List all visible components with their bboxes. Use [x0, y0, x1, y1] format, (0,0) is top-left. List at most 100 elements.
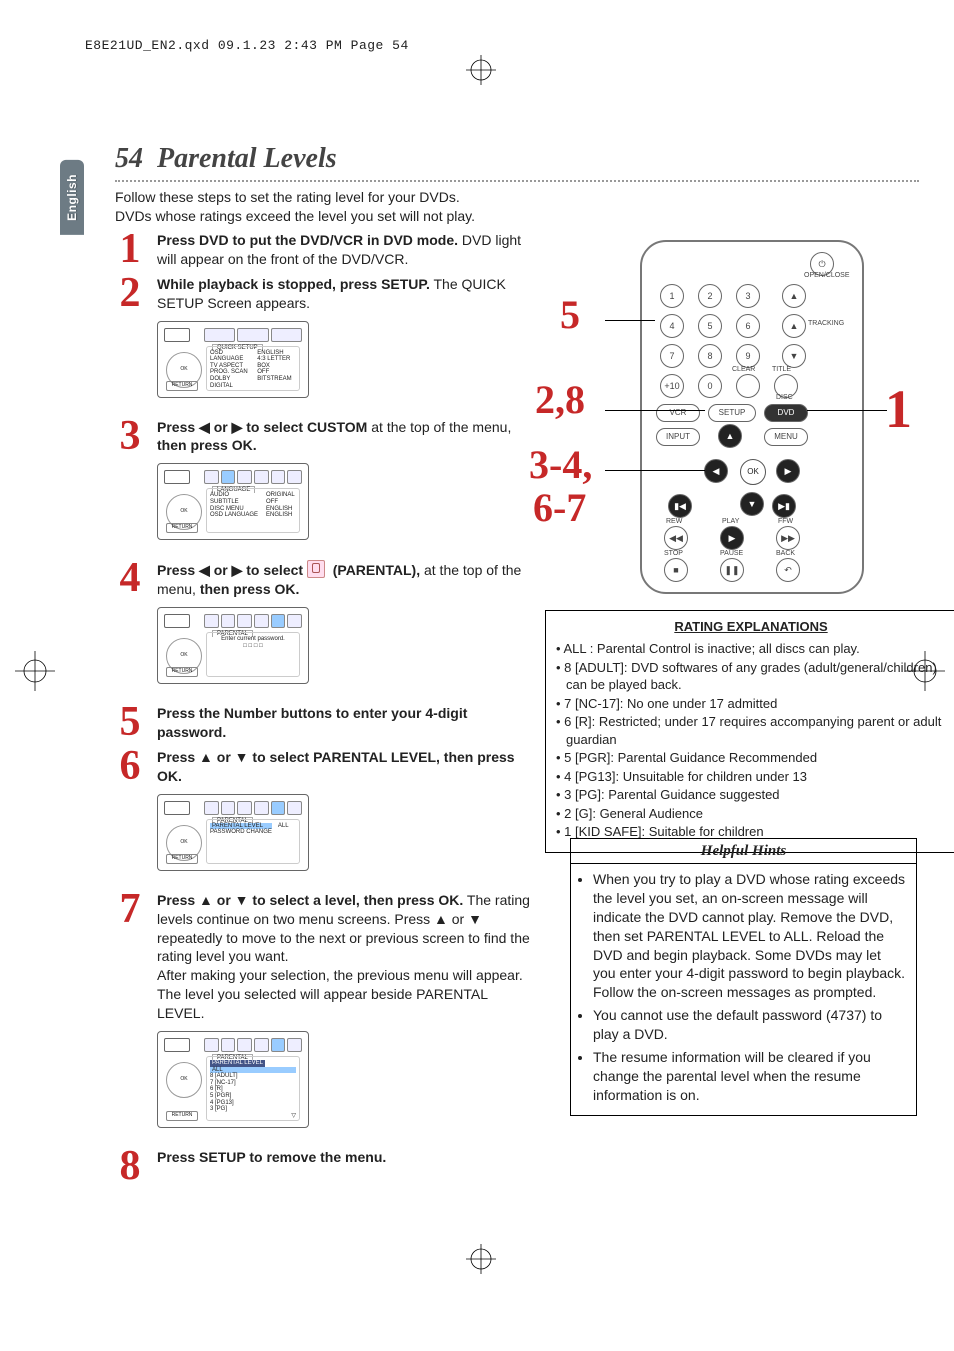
step-7: 7 Press ▲ or ▼ to select a level, then p… [115, 891, 535, 1142]
dvd-button[interactable]: DVD [764, 404, 808, 422]
step-number: 2 [115, 275, 145, 412]
callout-2-8: 2,8 [535, 380, 585, 420]
screen-parental-level-list: RETURN PARENTAL PARENTAL LEVEL ALL 8 [AD… [157, 1031, 309, 1128]
hint-item: The resume information will be cleared i… [593, 1048, 906, 1105]
leader-3-4 [605, 470, 705, 471]
rating-item: • 5 [PGR]: Parental Guidance Recommended [556, 749, 946, 767]
dpad-left-button[interactable]: ◀ [704, 459, 728, 483]
num-0-button[interactable]: 0 [698, 374, 722, 398]
step-number: 7 [115, 891, 145, 1142]
pause-label: PAUSE [720, 550, 743, 557]
steps-column: 1 Press DVD to put the DVD/VCR in DVD mo… [115, 225, 535, 1186]
language-tab: English [60, 160, 84, 235]
callout-1: 1 [885, 382, 912, 436]
back-button[interactable]: ↶ [776, 558, 800, 582]
stop-button[interactable]: ■ [664, 558, 688, 582]
num-7-button[interactable]: 7 [660, 344, 684, 368]
dpad-down-button[interactable]: ▼ [740, 492, 764, 516]
rew-label: REW [666, 518, 682, 525]
step-4: 4 Press ◀ or ▶ to select (PARENTAL), at … [115, 560, 535, 698]
intro-text: Follow these steps to set the rating lev… [115, 188, 630, 226]
ffw-button[interactable]: ▶▶ [776, 526, 800, 550]
step-1-bold: Press DVD to put the DVD/VCR in DVD mode… [157, 232, 458, 248]
step-number: 8 [115, 1148, 145, 1186]
rating-item: • ALL : Parental Control is inactive; al… [556, 640, 946, 658]
screen-parental-menu: RETURN PARENTAL PARENTAL LEVELPASSWORD C… [157, 794, 309, 871]
rating-item: • 6 [R]: Restricted; under 17 requires a… [556, 713, 946, 748]
num-2-button[interactable]: 2 [698, 284, 722, 308]
callout-6-7: 6-7 [533, 488, 586, 528]
title-label: TITLE [772, 366, 791, 373]
step-number: 6 [115, 748, 145, 885]
ratings-title: RATING EXPLANATIONS [556, 619, 946, 634]
num-4-button[interactable]: 4 [660, 314, 684, 338]
leader-2-8 [605, 410, 705, 411]
open-close-button[interactable]: ▲ [782, 284, 806, 308]
manual-page: E8E21UD_EN2.qxd 09.1.23 2:43 PM Page 54 … [0, 0, 954, 1351]
dpad: ◀ ▶ ▼ OK [718, 437, 786, 505]
open-close-label: OPEN/CLOSE [804, 272, 850, 279]
step-number: 1 [115, 231, 145, 269]
back-label: BACK [776, 550, 795, 557]
step-number: 5 [115, 704, 145, 742]
hint-item: When you try to play a DVD whose rating … [593, 870, 906, 1002]
rating-item: • 3 [PG]: Parental Guidance suggested [556, 786, 946, 804]
screen-language: RETURN LANGUAGE AUDIOSUBTITLEDISC MENUOS… [157, 463, 309, 540]
step-number: 3 [115, 418, 145, 555]
rating-item: • 4 [PG13]: Unsuitable for children unde… [556, 768, 946, 786]
next-button[interactable]: ▶▮ [772, 494, 796, 518]
leader-5 [605, 320, 655, 321]
callout-5: 5 [560, 295, 580, 335]
step-6: 6 Press ▲ or ▼ to select PARENTAL LEVEL,… [115, 748, 535, 885]
step-number: 4 [115, 560, 145, 698]
clear-label: CLEAR [732, 366, 755, 373]
page-title: 54 Parental Levels [115, 145, 337, 173]
remote-outline: ⏻ 1 2 3 4 5 6 7 8 9 +10 0 ▲ OPEN/CLOSE ▲… [640, 240, 864, 594]
blank-button-1[interactable] [736, 374, 760, 398]
num-3-button[interactable]: 3 [736, 284, 760, 308]
rating-item: • 2 [G]: General Audience [556, 805, 946, 823]
stop-label: STOP [664, 550, 683, 557]
step-3: 3 Press ◀ or ▶ to select CUSTOM at the t… [115, 418, 535, 555]
step-5: 5 Press the Number buttons to enter your… [115, 704, 535, 742]
dpad-right-button[interactable]: ▶ [776, 459, 800, 483]
leader-1 [807, 410, 887, 411]
disc-label: DISC [776, 394, 793, 401]
num-5-button[interactable]: 5 [698, 314, 722, 338]
parental-icon [307, 560, 325, 578]
callout-3-4: 3-4, [529, 445, 619, 485]
page-title-text: Parental Levels [157, 143, 337, 174]
step-8: 8 Press SETUP to remove the menu. [115, 1148, 535, 1186]
input-button[interactable]: INPUT [656, 428, 700, 446]
ffw-label: FFW [778, 518, 793, 525]
tracking-label: TRACKING [808, 320, 844, 327]
rating-item: • 8 [ADULT]: DVD softwares of any grades… [556, 659, 946, 694]
num-9-button[interactable]: 9 [736, 344, 760, 368]
prev-button[interactable]: ▮◀ [668, 494, 692, 518]
pause-button[interactable]: ❚❚ [720, 558, 744, 582]
ok-button[interactable]: OK [740, 459, 766, 485]
tracking-down-button[interactable]: ▼ [782, 344, 806, 368]
play-label: PLAY [722, 518, 739, 525]
vcr-button[interactable]: VCR [656, 404, 700, 422]
ratings-box: RATING EXPLANATIONS • ALL : Parental Con… [545, 610, 954, 853]
num-6-button[interactable]: 6 [736, 314, 760, 338]
screen-quick-setup: RETURN QUICK SETUP OSD LANGUAGETV ASPECT… [157, 321, 309, 398]
rew-button[interactable]: ◀◀ [664, 526, 688, 550]
rating-item: • 7 [NC-17]: No one under 17 admitted [556, 695, 946, 713]
hints-title: Helpful Hints [571, 839, 916, 864]
step-2-bold: While playback is stopped, press SETUP. [157, 276, 430, 292]
play-button[interactable]: ▶ [720, 526, 744, 550]
num-8-button[interactable]: 8 [698, 344, 722, 368]
step-1: 1 Press DVD to put the DVD/VCR in DVD mo… [115, 231, 535, 269]
hint-item: You cannot use the default password (473… [593, 1006, 906, 1044]
hints-box: Helpful Hints When you try to play a DVD… [570, 838, 917, 1116]
title-rule [115, 180, 919, 182]
screen-parental-password: RETURN PARENTAL Enter current password.□… [157, 607, 309, 684]
remote-diagram: ⏻ 1 2 3 4 5 6 7 8 9 +10 0 ▲ OPEN/CLOSE ▲… [545, 240, 945, 610]
page-number: 54 [115, 143, 143, 174]
num-1-button[interactable]: 1 [660, 284, 684, 308]
setup-button[interactable]: SETUP [708, 404, 756, 422]
plus10-button[interactable]: +10 [660, 374, 684, 398]
tracking-up-button[interactable]: ▲ [782, 314, 806, 338]
